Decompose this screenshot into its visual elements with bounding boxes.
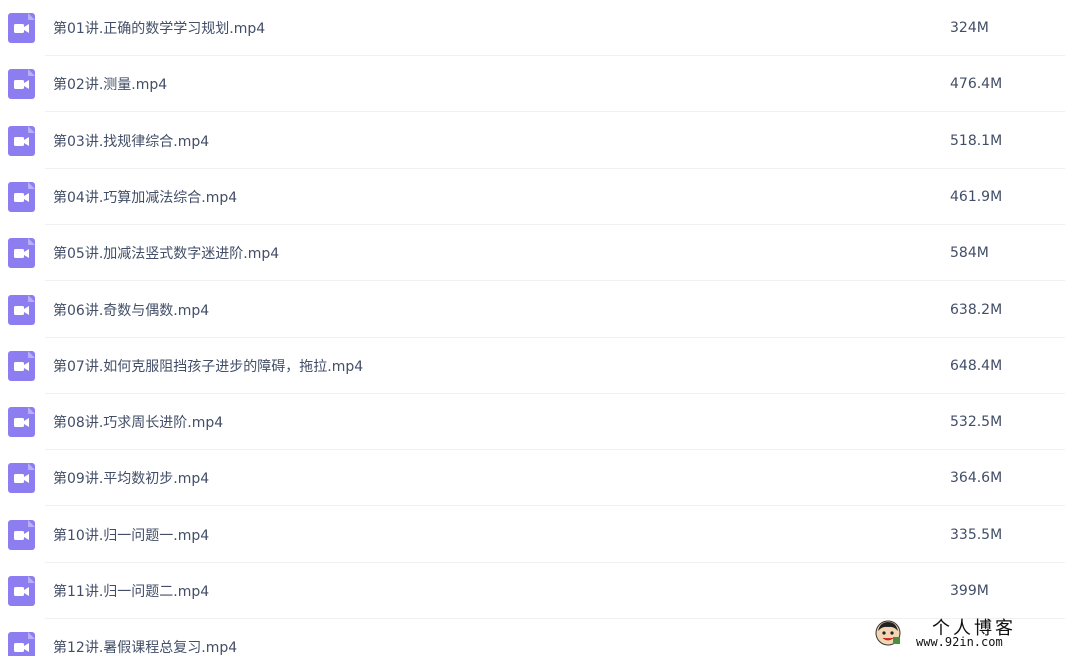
file-size: 324M	[950, 20, 989, 36]
file-name[interactable]: 第12讲.暑假课程总复习.mp4	[53, 637, 237, 656]
file-row[interactable]: 第05讲.加减法竖式数字迷进阶.mp4 584M	[0, 225, 1065, 282]
cartoon-avatar-icon	[875, 620, 901, 646]
file-size: 476.4M	[950, 76, 1003, 93]
video-file-icon	[8, 576, 35, 606]
file-size: 648.4M	[950, 357, 1003, 374]
file-name[interactable]: 第07讲.如何克服阻挡孩子进步的障碍，拖拉.mp4	[53, 356, 363, 376]
file-name[interactable]: 第05讲.加减法竖式数字迷进阶.mp4	[53, 243, 279, 263]
file-name[interactable]: 第04讲.巧算加减法综合.mp4	[53, 187, 237, 207]
file-size: 399M	[950, 583, 989, 599]
file-row[interactable]: 第11讲.归一问题二.mp4 399M	[0, 563, 1065, 619]
file-size: 364.6M	[950, 470, 1003, 487]
file-name[interactable]: 第10讲.归一问题一.mp4	[53, 525, 209, 545]
file-row[interactable]: 第08讲.巧求周长进阶.mp4 532.5M	[0, 394, 1065, 451]
video-file-icon	[8, 181, 35, 212]
video-file-icon	[8, 294, 35, 325]
video-file-icon	[8, 238, 35, 269]
file-row[interactable]: 第07讲.如何克服阻挡孩子进步的障碍，拖拉.mp4 648.4M	[0, 338, 1065, 394]
file-name[interactable]: 第06讲.奇数与偶数.mp4	[53, 300, 209, 320]
file-name[interactable]: 第02讲.测量.mp4	[53, 74, 167, 94]
watermark-url: www.92in.com	[916, 635, 1003, 649]
file-size: 518.1M	[950, 132, 1003, 149]
blog-watermark: 个人博客 www.92in.com	[872, 614, 1062, 654]
file-name[interactable]: 第08讲.巧求周长进阶.mp4	[53, 412, 223, 432]
video-file-icon	[8, 632, 35, 656]
file-name[interactable]: 第09讲.平均数初步.mp4	[53, 468, 209, 488]
file-size: 461.9M	[950, 188, 1003, 205]
video-file-icon	[8, 519, 35, 550]
video-file-icon	[8, 407, 35, 438]
file-size: 584M	[950, 245, 989, 262]
video-file-icon	[8, 13, 35, 43]
file-name[interactable]: 第03讲.找规律综合.mp4	[53, 131, 209, 151]
video-file-icon	[8, 463, 35, 494]
file-size: 532.5M	[950, 414, 1003, 431]
file-list: 第01讲.正确的数学学习规划.mp4 324M 第02讲.测量.mp4 476.4M 第…	[0, 0, 1065, 656]
file-size: 335.5M	[950, 526, 1003, 543]
file-row[interactable]: 第04讲.巧算加减法综合.mp4 461.9M	[0, 169, 1065, 225]
video-file-icon	[8, 350, 35, 381]
file-row[interactable]: 第03讲.找规律综合.mp4 518.1M	[0, 113, 1065, 169]
file-row[interactable]: 第06讲.奇数与偶数.mp4 638.2M	[0, 282, 1065, 338]
file-name[interactable]: 第11讲.归一问题二.mp4	[53, 581, 209, 601]
video-file-icon	[8, 125, 35, 156]
file-row[interactable]: 第10讲.归一问题一.mp4 335.5M	[0, 507, 1065, 563]
file-row[interactable]: 第02讲.测量.mp4 476.4M	[0, 56, 1065, 113]
file-size: 638.2M	[950, 301, 1003, 318]
video-file-icon	[8, 69, 35, 100]
file-row[interactable]: 第09讲.平均数初步.mp4 364.6M	[0, 450, 1065, 507]
file-row[interactable]: 第01讲.正确的数学学习规划.mp4 324M	[0, 0, 1065, 56]
file-name[interactable]: 第01讲.正确的数学学习规划.mp4	[53, 18, 265, 38]
